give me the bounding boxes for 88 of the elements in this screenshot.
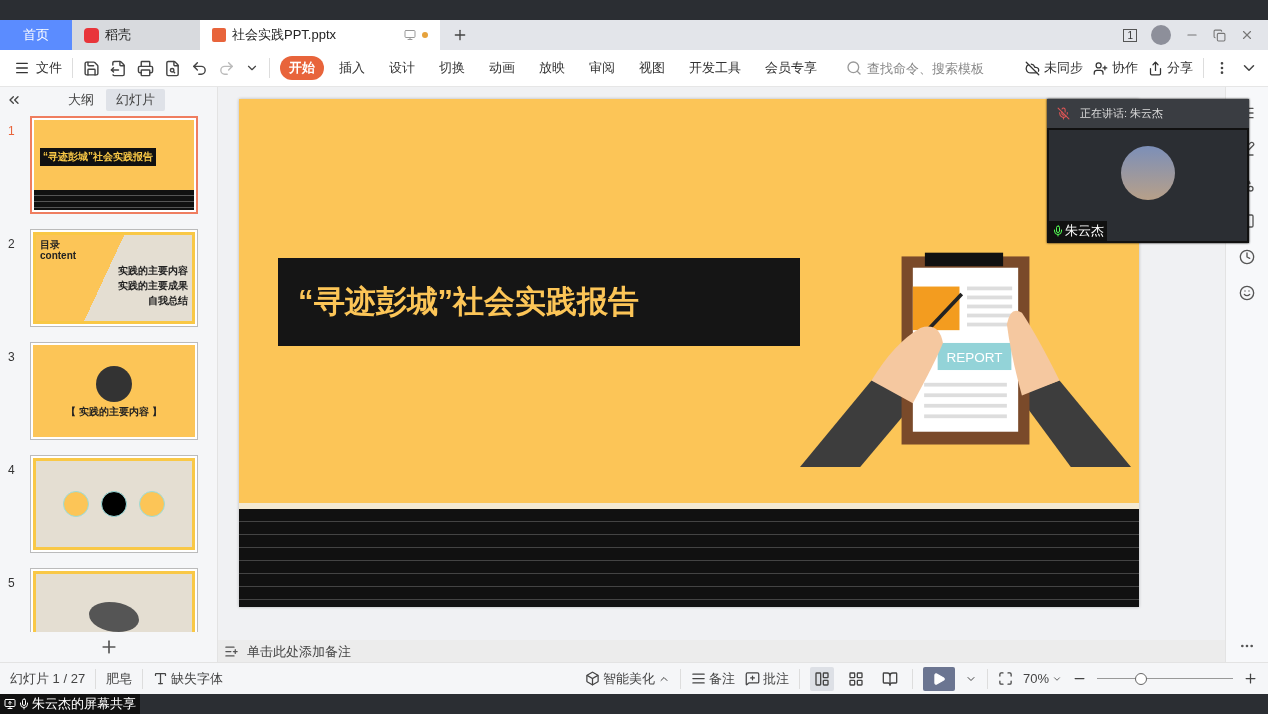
cloud-icon [1025,60,1040,76]
panel-tab[interactable]: 大纲 [58,89,104,111]
search-icon [846,60,862,76]
fit-window-icon[interactable] [997,671,1013,686]
slide-number: 4 [8,462,16,477]
thumbnail-subheading: content [40,250,78,261]
window-count-badge[interactable]: 1 [1123,28,1137,42]
print-icon[interactable] [137,59,154,77]
slide-title: “寻迹彭城”社会实践报告 [278,258,800,346]
thumbnail-list-item: 实践的主要内容 [118,265,188,276]
restore-icon[interactable] [1213,28,1226,42]
ribbon-tab[interactable]: 会员专享 [756,56,826,80]
mic-icon [18,698,30,710]
close-icon[interactable] [1240,28,1254,42]
zoom-slider-thumb[interactable] [1134,672,1147,685]
beautify-button[interactable]: 智能美化 [584,669,670,688]
docer-logo-icon [84,27,99,43]
share-icon [1148,60,1163,76]
panel-layout-icon [813,670,830,687]
new-tab-icon[interactable] [452,27,468,43]
clock-icon[interactable] [1239,249,1255,265]
speaking-label: 正在讲话: 朱云杰 [1080,106,1164,121]
slide-counter: 幻灯片 1 / 27 [10,669,86,688]
comment-icon [744,671,760,686]
file-menu-button[interactable]: 文件 [14,59,62,77]
grid-icon [847,670,864,687]
slide-thumbnail[interactable]: 目录 content 实践的主要内容 实践的主要成果 自我总结 [30,229,198,327]
save-icon[interactable] [83,59,100,77]
circle-icon [139,491,165,517]
undo-icon[interactable] [191,59,208,77]
notes-icon [690,671,706,686]
book-icon [881,670,898,687]
sticker-icon[interactable] [1239,285,1255,301]
ribbon-tab[interactable]: 开发工具 [680,56,750,80]
notes-button[interactable]: 备注 [690,669,735,688]
view-mode-button[interactable] [809,666,834,691]
screen-share-text: 朱云杰的屏幕共享 [32,695,136,713]
unsaved-dot-icon [422,32,428,38]
circle-icon [63,491,89,517]
play-icon [931,671,946,686]
print-preview-icon[interactable] [164,59,181,77]
document-tab[interactable]: 稻壳 [72,20,200,50]
thumbnail-list-item: 自我总结 [148,295,188,306]
menu-icon [14,60,30,76]
ribbon-tab[interactable]: 审阅 [580,56,624,80]
export-icon[interactable] [110,59,127,77]
report-label: REPORT [946,349,1003,365]
user-avatar[interactable] [1151,25,1171,45]
slide-number: 2 [8,236,16,251]
notes-field[interactable]: 单击此处添加备注 [245,642,445,660]
zoom-dropdown[interactable]: 70% [1022,671,1062,686]
play-button[interactable] [922,666,955,691]
user-plus-icon [1093,60,1108,76]
slide-thumbnail[interactable]: 【 实践的主要内容 】 [30,342,198,440]
slide-number: 1 [8,123,16,138]
thumbnail-list-item: 实践的主要成果 [118,280,188,291]
ribbon-tab[interactable]: 动画 [480,56,524,80]
toolbar-action[interactable]: 协作 [1093,59,1138,77]
theme-name: 肥皂 [106,669,133,688]
document-tab[interactable]: 社会实践PPT.pptx [200,20,440,50]
notes-icon [224,643,239,659]
thumbnail-title: “寻迹彭城”社会实践报告 [40,148,156,166]
comments-button[interactable]: 批注 [744,669,789,688]
search-field[interactable]: 查找命令、搜索模板 [865,59,995,77]
cube-icon [584,671,600,686]
panel-tab[interactable]: 幻灯片 [106,89,165,111]
ribbon-tab[interactable]: 切换 [430,56,474,80]
thumbnail-heading: 目录 [40,239,61,250]
zoom-in-icon[interactable] [1243,671,1258,686]
mic-icon [1052,225,1064,237]
thumbnail-title: 【 实践的主要内容 】 [66,405,162,417]
toolbar-action[interactable]: 未同步 [1025,59,1083,77]
participant-name: 朱云杰 [1065,222,1104,240]
slide-thumbnail[interactable]: “寻迹彭城”社会实践报告 [30,116,198,214]
toolbar-action[interactable]: 分享 [1148,59,1193,77]
ribbon-tab[interactable]: 放映 [530,56,574,80]
ribbon-tab[interactable]: 插入 [330,56,374,80]
monitor-icon [404,29,416,41]
avatar-circle [1121,146,1175,200]
circle-icon [101,491,127,517]
screen-share-icon [4,698,16,710]
slide-number: 5 [8,575,16,590]
slide-number: 3 [8,349,16,364]
ribbon-tab[interactable]: 视图 [630,56,674,80]
ribbon-tab[interactable]: 设计 [380,56,424,80]
missing-fonts-button[interactable]: 缺失字体 [153,669,224,688]
presentation-file-icon [212,28,226,42]
font-icon [153,671,169,686]
